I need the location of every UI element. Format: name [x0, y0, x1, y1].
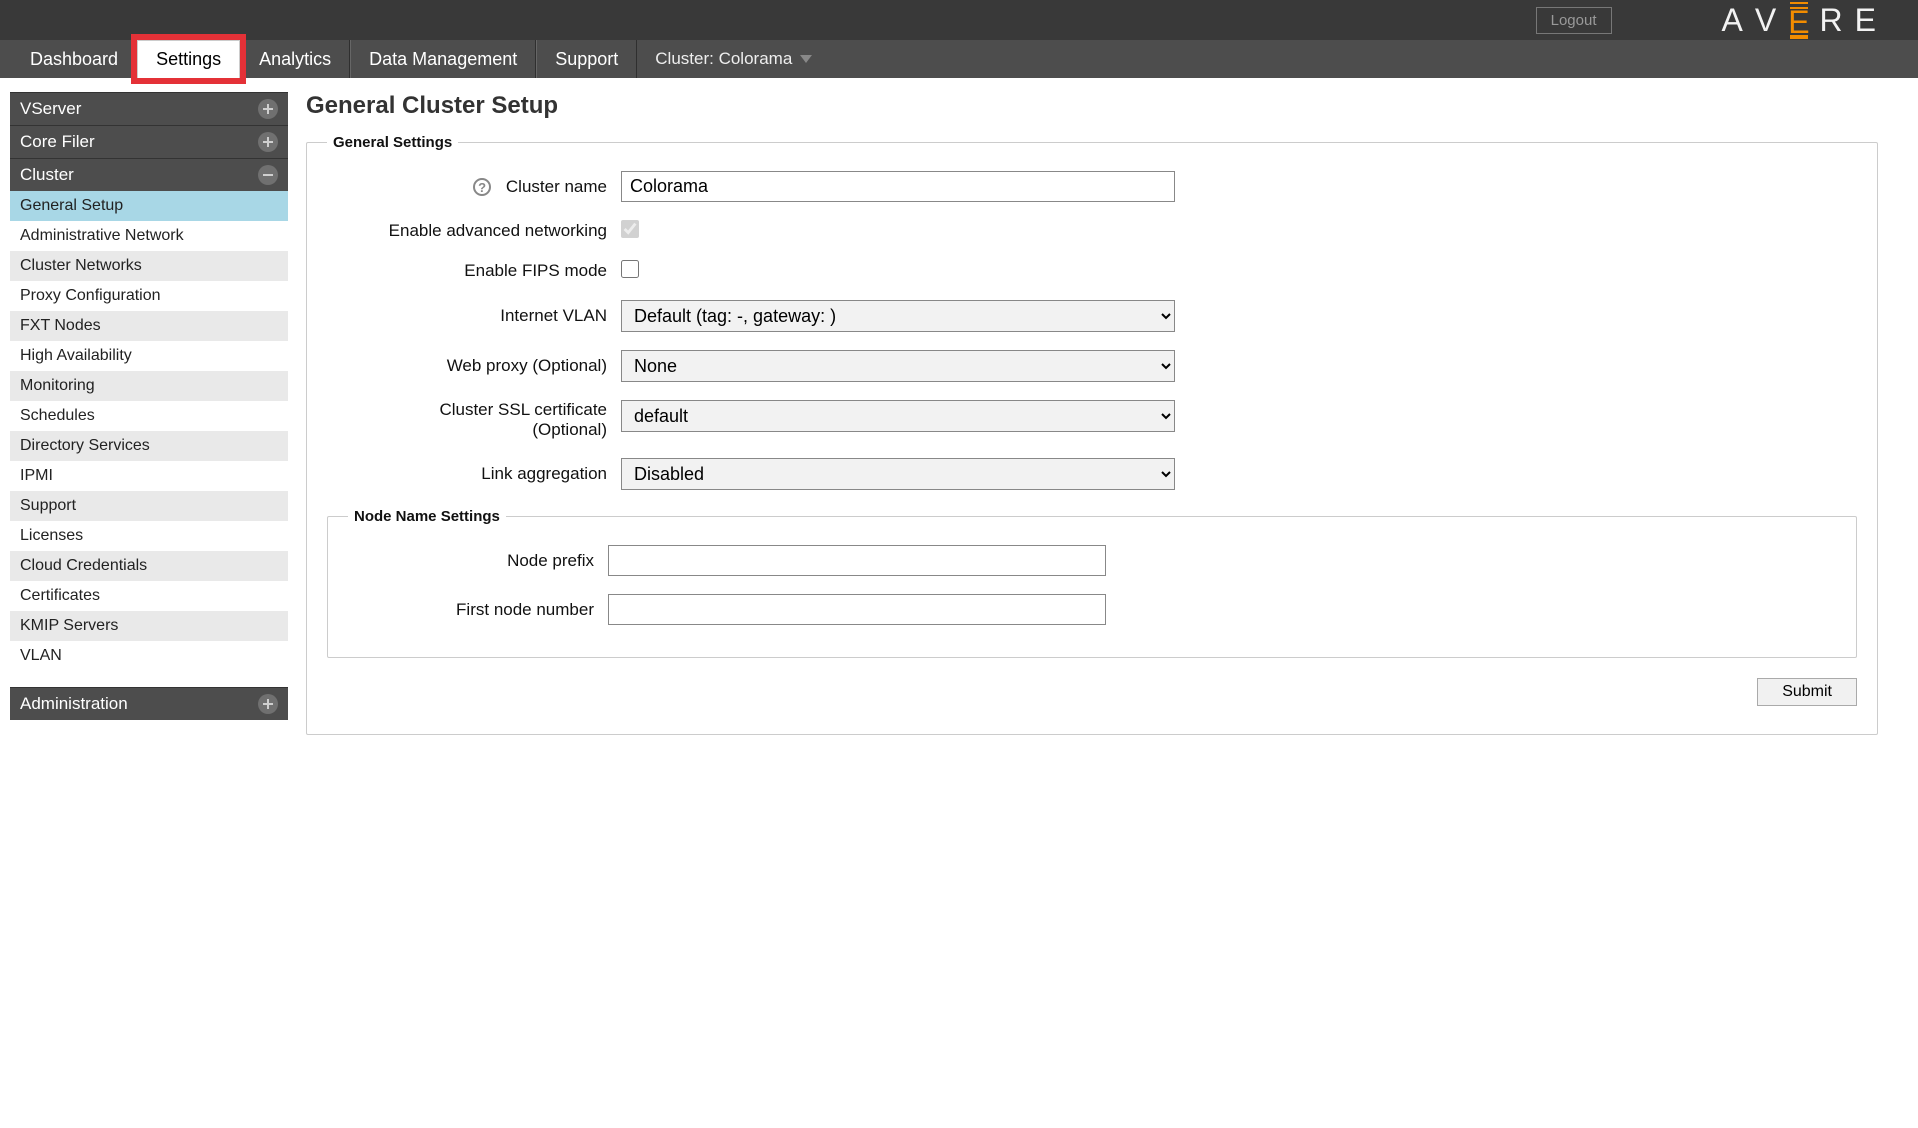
fips-checkbox[interactable] [621, 260, 639, 278]
row-fips: Enable FIPS mode [327, 260, 1857, 282]
node-prefix-label: Node prefix [348, 551, 608, 571]
cluster-name-label: ? Cluster name [327, 177, 621, 197]
sidebar-section-label: Cluster [20, 165, 74, 185]
tab-dashboard[interactable]: Dashboard [12, 40, 137, 78]
first-node-number-input[interactable] [608, 594, 1106, 625]
row-advanced-networking: Enable advanced networking [327, 220, 1857, 242]
brand-letter-e: E [1855, 2, 1878, 39]
submit-row: Submit [327, 678, 1857, 706]
sidebar-item-licenses[interactable]: Licenses [10, 521, 288, 551]
sidebar-divider [10, 671, 288, 687]
brand-letter-e-icon: E [1788, 1, 1809, 40]
main-panel: General Cluster Setup General Settings ?… [306, 92, 1918, 755]
sidebar: VServer Core Filer Cluster General Setup… [10, 92, 288, 720]
sidebar-item-ipmi[interactable]: IPMI [10, 461, 288, 491]
top-bar: Logout A V E R E [0, 0, 1918, 40]
minus-icon [258, 165, 278, 185]
chevron-down-icon [800, 55, 812, 63]
row-ssl-cert: Cluster SSL certificate (Optional) defau… [327, 400, 1857, 440]
cluster-name-input[interactable] [621, 171, 1175, 202]
node-prefix-input[interactable] [608, 545, 1106, 576]
node-name-settings-fieldset: Node Name Settings Node prefix First nod… [327, 508, 1857, 658]
brand-letter-a: A [1722, 2, 1745, 39]
tab-settings[interactable]: Settings [137, 40, 240, 78]
sidebar-item-general-setup[interactable]: General Setup [10, 191, 288, 221]
webproxy-select[interactable]: None [621, 350, 1175, 382]
sidebar-header-core-filer[interactable]: Core Filer [10, 125, 288, 158]
nav-bar: Dashboard Settings Analytics Data Manage… [0, 40, 1918, 78]
sidebar-item-support[interactable]: Support [10, 491, 288, 521]
tab-analytics[interactable]: Analytics [240, 40, 350, 78]
sidebar-item-fxt-nodes[interactable]: FXT Nodes [10, 311, 288, 341]
plus-icon [258, 132, 278, 152]
sidebar-item-cluster-networks[interactable]: Cluster Networks [10, 251, 288, 281]
tab-data-management[interactable]: Data Management [350, 40, 536, 78]
plus-icon [258, 694, 278, 714]
cluster-label: Cluster: Colorama [655, 49, 792, 69]
cluster-dropdown[interactable]: Cluster: Colorama [655, 40, 812, 78]
sidebar-item-schedules[interactable]: Schedules [10, 401, 288, 431]
row-internet-vlan: Internet VLAN Default (tag: -, gateway: … [327, 300, 1857, 332]
sidebar-item-administrative-network[interactable]: Administrative Network [10, 221, 288, 251]
sidebar-item-cloud-credentials[interactable]: Cloud Credentials [10, 551, 288, 581]
sidebar-section-label: Core Filer [20, 132, 95, 152]
tab-support[interactable]: Support [536, 40, 637, 78]
fips-label: Enable FIPS mode [327, 261, 621, 281]
ivlan-label: Internet VLAN [327, 306, 621, 326]
sidebar-item-high-availability[interactable]: High Availability [10, 341, 288, 371]
row-first-node-number: First node number [348, 594, 1836, 625]
sidebar-header-cluster[interactable]: Cluster [10, 158, 288, 191]
brand-logo: A V E R E [1722, 1, 1878, 40]
sidebar-section-label: Administration [20, 694, 128, 714]
adv-net-checkbox[interactable] [621, 220, 639, 238]
submit-button[interactable]: Submit [1757, 678, 1857, 706]
page-title: General Cluster Setup [306, 92, 1878, 120]
brand-letter-v: V [1755, 2, 1778, 39]
row-node-prefix: Node prefix [348, 545, 1836, 576]
content-area: VServer Core Filer Cluster General Setup… [0, 78, 1918, 755]
sslcert-label: Cluster SSL certificate (Optional) [327, 400, 621, 440]
ivlan-select[interactable]: Default (tag: -, gateway: ) [621, 300, 1175, 332]
adv-net-label: Enable advanced networking [327, 221, 621, 241]
sidebar-item-vlan[interactable]: VLAN [10, 641, 288, 671]
sidebar-header-vserver[interactable]: VServer [10, 92, 288, 125]
sidebar-header-administration[interactable]: Administration [10, 687, 288, 720]
sidebar-section-label: VServer [20, 99, 81, 119]
row-cluster-name: ? Cluster name [327, 171, 1857, 202]
logout-button[interactable]: Logout [1536, 7, 1612, 34]
help-icon[interactable]: ? [473, 178, 491, 196]
brand-letter-r: R [1820, 2, 1845, 39]
sidebar-item-kmip-servers[interactable]: KMIP Servers [10, 611, 288, 641]
sslcert-select[interactable]: default [621, 400, 1175, 432]
linkagg-label: Link aggregation [327, 464, 621, 484]
first-node-number-label: First node number [348, 600, 608, 620]
row-link-aggregation: Link aggregation Disabled [327, 458, 1857, 490]
node-name-settings-legend: Node Name Settings [348, 508, 506, 525]
general-settings-legend: General Settings [327, 134, 458, 151]
sidebar-item-monitoring[interactable]: Monitoring [10, 371, 288, 401]
sidebar-items-cluster: General Setup Administrative Network Clu… [10, 191, 288, 671]
linkagg-select[interactable]: Disabled [621, 458, 1175, 490]
row-web-proxy: Web proxy (Optional) None [327, 350, 1857, 382]
sidebar-item-proxy-configuration[interactable]: Proxy Configuration [10, 281, 288, 311]
general-settings-fieldset: General Settings ? Cluster name Enable a… [306, 134, 1878, 735]
webproxy-label: Web proxy (Optional) [327, 356, 621, 376]
sidebar-item-directory-services[interactable]: Directory Services [10, 431, 288, 461]
plus-icon [258, 99, 278, 119]
sidebar-item-certificates[interactable]: Certificates [10, 581, 288, 611]
